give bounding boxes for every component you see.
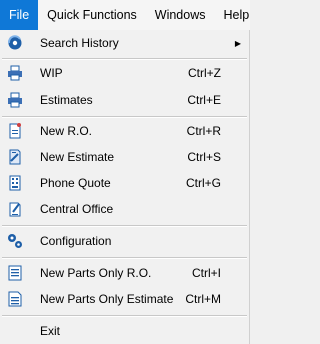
menu-item-label: New R.O. [40,124,93,138]
menu-item-label: WIP [40,66,63,80]
menu-separator [2,315,247,317]
menu-item-configuration[interactable]: Configuration [0,228,249,254]
shortcut-text: Ctrl+I [191,266,221,280]
menu-item-label: Search History [40,36,119,50]
menu-item-label: Configuration [40,234,112,248]
menu-windows[interactable]: Windows [146,0,215,30]
menu-item-label: New Parts Only R.O. [40,266,152,280]
shortcut-text: Ctrl+G [185,176,221,190]
menu-separator [2,225,247,227]
document-new-icon [6,122,24,140]
menu-item-new-parts-only-ro[interactable]: New Parts Only R.O. Ctrl+I [0,260,249,286]
menu-item-central-office[interactable]: Central Office [0,196,249,222]
menu-item-label: Estimates [40,93,93,107]
phone-list-icon [6,174,24,192]
menu-file[interactable]: File [0,0,39,30]
printer-icon [6,64,24,82]
shortcut-text: Ctrl+R [186,124,221,138]
building-document-icon [6,200,24,218]
gears-icon [6,232,24,250]
menu-help[interactable]: Help [215,0,259,30]
menu-bar: File Quick Functions Windows Help [0,0,250,31]
history-swirl-icon [6,34,24,52]
menu-item-search-history[interactable]: Search History ▶ [0,30,249,56]
shortcut-text: Ctrl+E [187,93,221,107]
printer-icon [6,91,24,109]
menu-item-estimates[interactable]: Estimates Ctrl+E [0,87,249,113]
menu-item-label: Exit [40,324,61,338]
menu-item-label: New Parts Only Estimate [40,292,174,306]
menu-item-wip[interactable]: WIP Ctrl+Z [0,60,249,86]
menu-item-new-estimate[interactable]: New Estimate Ctrl+S [0,144,249,170]
document-lines-icon [6,290,24,308]
menu-separator [2,257,247,259]
menu-quick-functions[interactable]: Quick Functions [38,0,146,30]
file-dropdown-menu: Search History ▶ WIP Ctrl+Z Estimates Ct… [0,30,250,344]
shortcut-text: Ctrl+S [187,150,221,164]
menu-item-label: New Estimate [40,150,115,164]
menu-item-phone-quote[interactable]: Phone Quote Ctrl+G [0,170,249,196]
menu-item-exit[interactable]: Exit [0,318,249,344]
document-lines-icon [6,264,24,282]
document-edit-icon [6,148,24,166]
shortcut-text: Ctrl+Z [188,66,221,80]
menu-item-new-parts-only-estimate[interactable]: New Parts Only Estimate Ctrl+M [0,286,249,312]
menu-item-label: Central Office [40,202,114,216]
menu-item-label: Phone Quote [40,176,111,190]
shortcut-text: Ctrl+M [185,292,221,306]
menu-item-new-ro[interactable]: New R.O. Ctrl+R [0,118,249,144]
submenu-arrow-icon: ▶ [234,38,241,48]
